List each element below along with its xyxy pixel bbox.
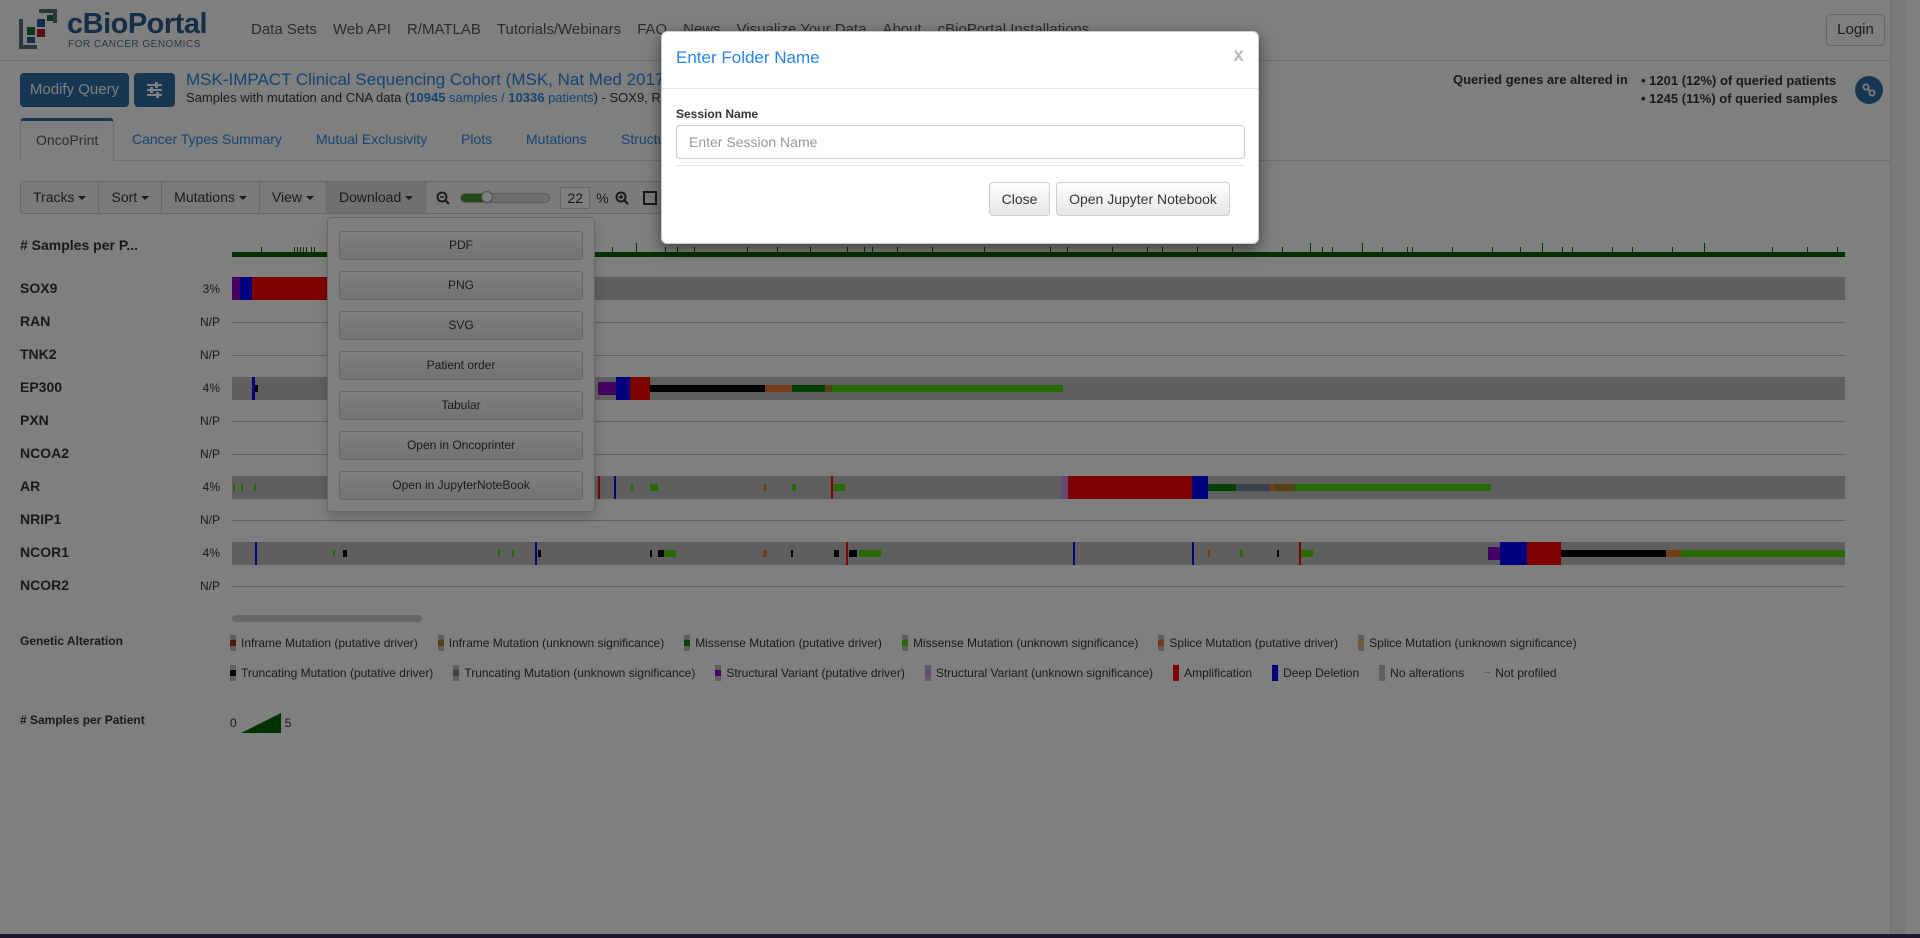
dialog-body-divider xyxy=(676,165,1245,166)
close-icon[interactable]: x xyxy=(1233,45,1244,67)
session-name-input[interactable] xyxy=(676,125,1245,159)
session-name-label: Session Name xyxy=(676,107,759,121)
dialog-title: Enter Folder Name xyxy=(676,48,820,67)
os-taskbar xyxy=(0,934,1920,938)
close-button[interactable]: Close xyxy=(989,182,1050,216)
dialog-header-divider xyxy=(662,88,1258,89)
open-jupyter-notebook-button[interactable]: Open Jupyter Notebook xyxy=(1056,182,1230,216)
enter-folder-name-dialog: Enter Folder Name x Session Name Close O… xyxy=(661,31,1259,244)
